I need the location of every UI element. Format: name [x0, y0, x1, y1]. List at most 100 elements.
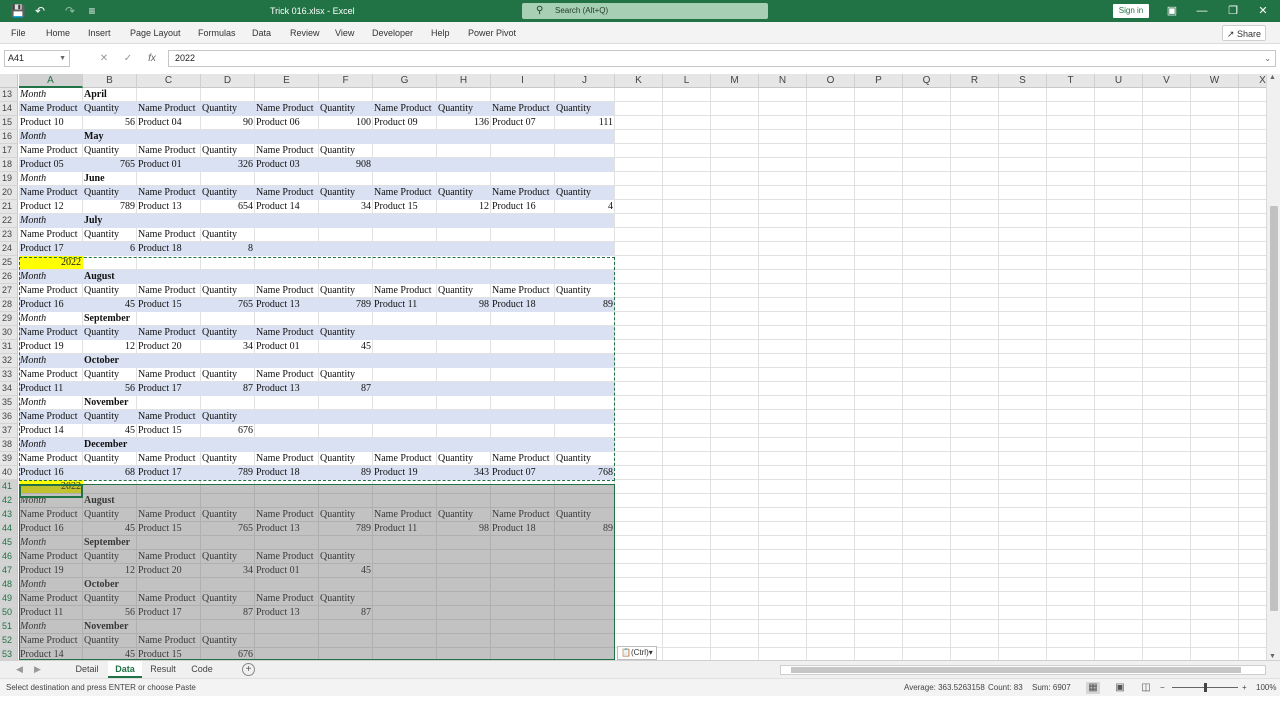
- cell-g15[interactable]: Product 09: [374, 116, 435, 130]
- cell-b15[interactable]: 56: [84, 116, 135, 130]
- cell-a20[interactable]: Name Product: [20, 186, 81, 200]
- cell-b18[interactable]: 765: [84, 158, 135, 172]
- cell-h20[interactable]: Quantity: [438, 186, 489, 200]
- column-header-i[interactable]: I: [491, 74, 555, 88]
- insert-function-icon[interactable]: fx: [144, 50, 160, 67]
- row-header-42[interactable]: 42: [0, 494, 18, 508]
- cell-a22[interactable]: Month: [20, 214, 81, 228]
- ribbon-display-icon[interactable]: ▣: [1157, 0, 1187, 22]
- cancel-icon[interactable]: ✕: [96, 50, 112, 67]
- row-header-36[interactable]: 36: [0, 410, 18, 424]
- vertical-scroll-thumb[interactable]: [1270, 206, 1278, 611]
- search-box[interactable]: ⚲ Search (Alt+Q): [522, 3, 768, 19]
- cell-a16[interactable]: Month: [20, 130, 81, 144]
- column-header-f[interactable]: F: [319, 74, 373, 88]
- menu-power-pivot[interactable]: Power Pivot: [468, 22, 516, 44]
- row-header-49[interactable]: 49: [0, 592, 18, 606]
- menu-view[interactable]: View: [335, 22, 354, 44]
- cell-a14[interactable]: Name Product: [20, 102, 81, 116]
- cell-g14[interactable]: Name Product: [374, 102, 435, 116]
- cell-c18[interactable]: Product 01: [138, 158, 199, 172]
- cell-f15[interactable]: 100: [320, 116, 371, 130]
- formula-input[interactable]: 2022 ⌄: [168, 50, 1276, 67]
- column-header-b[interactable]: B: [83, 74, 137, 88]
- menu-formulas[interactable]: Formulas: [198, 22, 236, 44]
- cell-d21[interactable]: 654: [202, 200, 253, 214]
- menu-insert[interactable]: Insert: [88, 22, 111, 44]
- row-header-33[interactable]: 33: [0, 368, 18, 382]
- menu-file[interactable]: File: [11, 22, 26, 44]
- cell-j14[interactable]: Quantity: [556, 102, 613, 116]
- cell-a17[interactable]: Name Product: [20, 144, 81, 158]
- column-header-q[interactable]: Q: [903, 74, 951, 88]
- menu-page-layout[interactable]: Page Layout: [130, 22, 181, 44]
- cell-j15[interactable]: 111: [556, 116, 613, 130]
- row-header-40[interactable]: 40: [0, 466, 18, 480]
- paste-options-button[interactable]: 📋(Ctrl)▾: [617, 646, 657, 660]
- cell-e17[interactable]: Name Product: [256, 144, 317, 158]
- column-header-l[interactable]: L: [663, 74, 711, 88]
- cell-b19[interactable]: June: [84, 172, 135, 186]
- cell-g20[interactable]: Name Product: [374, 186, 435, 200]
- cell-i14[interactable]: Name Product: [492, 102, 553, 116]
- row-header-48[interactable]: 48: [0, 578, 18, 592]
- row-header-17[interactable]: 17: [0, 144, 18, 158]
- cell-a19[interactable]: Month: [20, 172, 81, 186]
- cell-b23[interactable]: Quantity: [84, 228, 135, 242]
- page-break-view-icon[interactable]: ◫: [1139, 682, 1153, 694]
- row-header-52[interactable]: 52: [0, 634, 18, 648]
- cell-f20[interactable]: Quantity: [320, 186, 371, 200]
- cell-i15[interactable]: Product 07: [492, 116, 553, 130]
- cell-e18[interactable]: Product 03: [256, 158, 317, 172]
- cell-c23[interactable]: Name Product: [138, 228, 199, 242]
- cell-b17[interactable]: Quantity: [84, 144, 135, 158]
- cell-f14[interactable]: Quantity: [320, 102, 371, 116]
- cell-e15[interactable]: Product 06: [256, 116, 317, 130]
- cell-d24[interactable]: 8: [202, 242, 253, 256]
- cell-a15[interactable]: Product 10: [20, 116, 81, 130]
- row-header-38[interactable]: 38: [0, 438, 18, 452]
- cell-d20[interactable]: Quantity: [202, 186, 253, 200]
- cell-d14[interactable]: Quantity: [202, 102, 253, 116]
- row-header-27[interactable]: 27: [0, 284, 18, 298]
- cell-b13[interactable]: April: [84, 88, 135, 102]
- cell-c24[interactable]: Product 18: [138, 242, 199, 256]
- row-header-14[interactable]: 14: [0, 102, 18, 116]
- enter-icon[interactable]: ✓: [120, 50, 136, 67]
- column-header-m[interactable]: M: [711, 74, 759, 88]
- row-header-50[interactable]: 50: [0, 606, 18, 620]
- chevron-down-icon[interactable]: ▼: [59, 51, 66, 66]
- scroll-down-icon[interactable]: ▼: [1269, 653, 1276, 660]
- column-header-g[interactable]: G: [373, 74, 437, 88]
- column-header-w[interactable]: W: [1191, 74, 1239, 88]
- scroll-up-icon[interactable]: ▲: [1269, 74, 1276, 81]
- restore-icon[interactable]: ❐: [1218, 0, 1248, 22]
- cell-b21[interactable]: 789: [84, 200, 135, 214]
- cell-h15[interactable]: 136: [438, 116, 489, 130]
- cell-c20[interactable]: Name Product: [138, 186, 199, 200]
- menu-review[interactable]: Review: [290, 22, 320, 44]
- cell-e14[interactable]: Name Product: [256, 102, 317, 116]
- cell-a21[interactable]: Product 12: [20, 200, 81, 214]
- zoom-slider-thumb[interactable]: [1204, 683, 1207, 692]
- column-header-r[interactable]: R: [951, 74, 999, 88]
- cell-b20[interactable]: Quantity: [84, 186, 135, 200]
- column-header-j[interactable]: J: [555, 74, 615, 88]
- row-header-47[interactable]: 47: [0, 564, 18, 578]
- menu-data[interactable]: Data: [252, 22, 271, 44]
- menu-home[interactable]: Home: [46, 22, 70, 44]
- next-sheet-icon[interactable]: ▶: [34, 661, 41, 678]
- page-layout-view-icon[interactable]: ▣: [1113, 682, 1127, 694]
- column-header-h[interactable]: H: [437, 74, 491, 88]
- tab-result[interactable]: Result: [144, 661, 182, 678]
- cell-c21[interactable]: Product 13: [138, 200, 199, 214]
- cell-b22[interactable]: July: [84, 214, 135, 228]
- horizontal-scroll-thumb[interactable]: [791, 667, 1241, 673]
- cell-i20[interactable]: Name Product: [492, 186, 553, 200]
- cell-i21[interactable]: Product 16: [492, 200, 553, 214]
- cell-d23[interactable]: Quantity: [202, 228, 253, 242]
- column-header-c[interactable]: C: [137, 74, 201, 88]
- column-header-s[interactable]: S: [999, 74, 1047, 88]
- cell-a24[interactable]: Product 17: [20, 242, 81, 256]
- cell-f18[interactable]: 908: [320, 158, 371, 172]
